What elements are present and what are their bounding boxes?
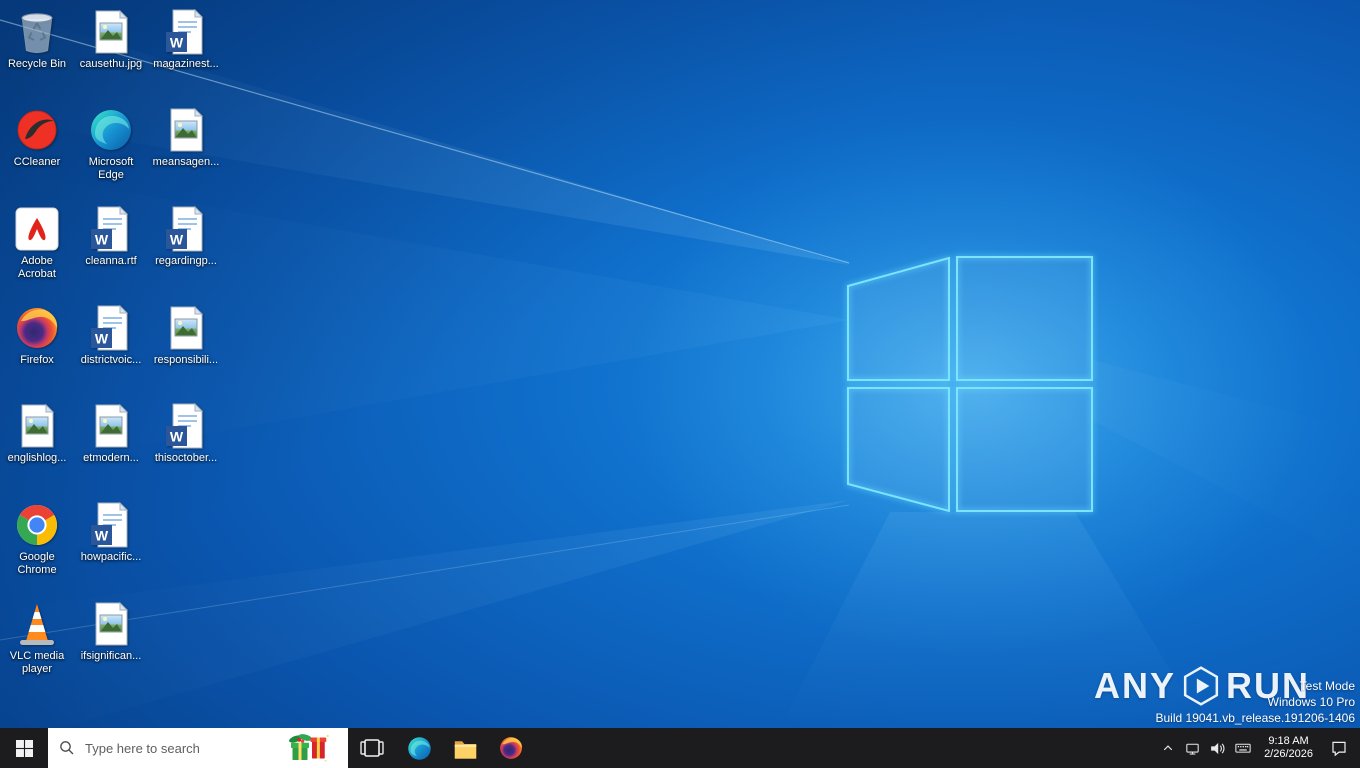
action-center-icon xyxy=(1330,739,1348,757)
search-highlights-gift-icon[interactable] xyxy=(280,733,338,763)
desktop-icon-firefox[interactable]: Firefox xyxy=(0,304,74,367)
windows-build-label: Build 19041.vb_release.191206-1406 xyxy=(1155,711,1356,725)
desktop-icon-responsibili[interactable]: responsibili... xyxy=(149,304,223,367)
desktop-icon-label: thisoctober... xyxy=(154,452,218,464)
desktop-icon-vlc[interactable]: VLC media player xyxy=(0,600,74,676)
desktop-icon-districtvoic[interactable]: districtvoic... xyxy=(74,304,148,367)
start-button[interactable] xyxy=(0,728,48,768)
tray-network-button[interactable] xyxy=(1180,728,1205,768)
tray-touch-keyboard-button[interactable] xyxy=(1230,728,1255,768)
chevron-up-icon xyxy=(1159,739,1177,757)
word-document-icon xyxy=(162,8,210,56)
desktop-icon-ccleaner[interactable]: CCleaner xyxy=(0,106,74,169)
desktop-icon-label: districtvoic... xyxy=(80,354,142,366)
desktop-icon-microsoft-edge[interactable]: Microsoft Edge xyxy=(74,106,148,182)
adobe-acrobat-icon xyxy=(13,205,61,253)
show-hidden-icons-button[interactable] xyxy=(1155,728,1180,768)
touch-keyboard-icon xyxy=(1234,739,1252,757)
test-mode-label: Test Mode xyxy=(1299,679,1355,693)
desktop-icon-magazinest[interactable]: magazinest... xyxy=(149,8,223,71)
task-view-button[interactable] xyxy=(348,728,396,768)
system-tray: 9:18 AM 2/26/2026 xyxy=(1155,728,1360,768)
action-center-button[interactable] xyxy=(1322,728,1356,768)
word-document-icon xyxy=(87,501,135,549)
task-view-icon xyxy=(360,736,384,760)
desktop-icon-label: cleanna.rtf xyxy=(85,255,137,267)
taskbar-search[interactable]: Type here to search xyxy=(48,728,348,768)
microsoft-edge-icon xyxy=(87,106,135,154)
desktop-icon-cleanna-rtf[interactable]: cleanna.rtf xyxy=(74,205,148,268)
desktop-icon-label: Adobe Acrobat xyxy=(18,255,56,280)
desktop-icon-label: Microsoft Edge xyxy=(88,156,134,181)
image-file-icon xyxy=(87,8,135,56)
desktop-icon-label: Google Chrome xyxy=(17,551,57,576)
desktop-icon-adobe-acrobat[interactable]: Adobe Acrobat xyxy=(0,205,74,281)
desktop-icon-recycle-bin[interactable]: Recycle Bin xyxy=(0,8,74,71)
desktop-icon-ifsignifican[interactable]: ifsignifican... xyxy=(74,600,148,663)
desktop-icon-label: Firefox xyxy=(20,354,54,366)
desktop-icon-regardingp[interactable]: regardingp... xyxy=(149,205,223,268)
clock-time: 9:18 AM xyxy=(1268,735,1309,747)
desktop-icon-label: CCleaner xyxy=(13,156,61,168)
image-file-icon xyxy=(13,402,61,450)
desktop-icon-label: ifsignifican... xyxy=(80,650,142,662)
taskbar: Type here to search 9:18 AM 2/26/2026 xyxy=(0,728,1360,768)
image-file-icon xyxy=(162,304,210,352)
windows-start-icon xyxy=(16,740,33,757)
desktop-icon-label: VLC media player xyxy=(9,650,65,675)
search-icon xyxy=(58,739,76,757)
taskbar-clock[interactable]: 9:18 AM 2/26/2026 xyxy=(1255,728,1322,768)
word-document-icon xyxy=(87,304,135,352)
desktop-icon-meansagen[interactable]: meansagen... xyxy=(149,106,223,169)
file-explorer-icon xyxy=(452,735,479,762)
speaker-icon xyxy=(1209,740,1226,757)
clock-date: 2/26/2026 xyxy=(1264,748,1313,760)
tray-volume-button[interactable] xyxy=(1205,728,1230,768)
network-icon xyxy=(1184,740,1201,757)
microsoft-edge-icon xyxy=(406,735,433,762)
desktop-icon-label: Recycle Bin xyxy=(7,58,67,70)
desktop-icon-google-chrome[interactable]: Google Chrome xyxy=(0,501,74,577)
ccleaner-icon xyxy=(13,106,61,154)
desktop-icon-howpacific[interactable]: howpacific... xyxy=(74,501,148,564)
vlc-icon xyxy=(13,600,61,648)
desktop-icon-label: regardingp... xyxy=(155,255,217,267)
recycle-bin-icon xyxy=(13,8,61,56)
word-document-icon xyxy=(162,402,210,450)
image-file-icon xyxy=(87,600,135,648)
word-document-icon xyxy=(87,205,135,253)
desktop-icon-label: etmodern... xyxy=(83,452,139,464)
desktop-icon-thisoctober[interactable]: thisoctober... xyxy=(149,402,223,465)
taskbar-firefox-button[interactable] xyxy=(488,728,534,768)
image-file-icon xyxy=(162,106,210,154)
desktop-icon-label: responsibili... xyxy=(153,354,219,366)
desktop-icon-causethu-jpg[interactable]: causethu.jpg xyxy=(74,8,148,71)
firefox-icon xyxy=(498,735,524,761)
windows-edition-label: Windows 10 Pro xyxy=(1267,695,1355,709)
desktop-icon-label: causethu.jpg xyxy=(79,58,143,70)
desktop-icon-label: howpacific... xyxy=(80,551,142,563)
image-file-icon xyxy=(87,402,135,450)
firefox-icon xyxy=(13,304,61,352)
taskbar-microsoft-edge-button[interactable] xyxy=(396,728,442,768)
desktop-icon-label: magazinest... xyxy=(153,58,219,70)
windows-test-mode-watermark: Test Mode Windows 10 Pro Build 19041.vb_… xyxy=(1156,678,1356,726)
desktop[interactable]: Recycle Bin CCleaner Adobe Acrobat Firef… xyxy=(0,0,1360,728)
word-document-icon xyxy=(162,205,210,253)
desktop-icon-label: englishlog... xyxy=(7,452,67,464)
search-placeholder: Type here to search xyxy=(85,740,200,756)
desktop-icon-label: meansagen... xyxy=(152,156,220,168)
google-chrome-icon xyxy=(13,501,61,549)
desktop-icon-englishlog[interactable]: englishlog... xyxy=(0,402,74,465)
desktop-icon-etmodern[interactable]: etmodern... xyxy=(74,402,148,465)
taskbar-file-explorer-button[interactable] xyxy=(442,728,488,768)
